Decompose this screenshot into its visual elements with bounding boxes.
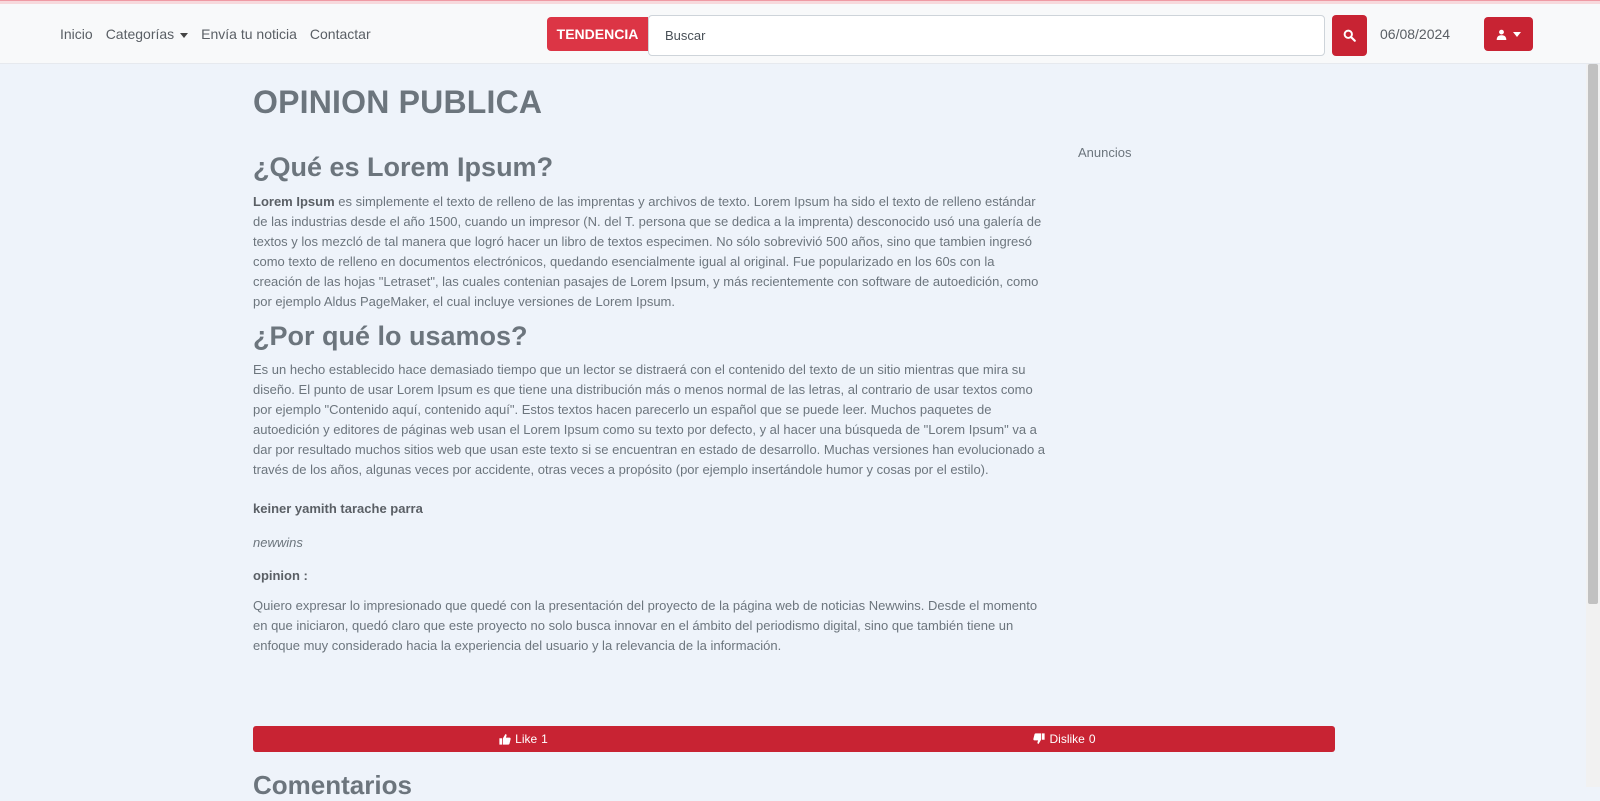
paragraph-line: dar por resultado muchos sitios web que …: [253, 442, 1046, 457]
user-icon: [1496, 29, 1507, 40]
paragraph-line: Quiero expresar lo impresionado que qued…: [253, 598, 1038, 613]
like-label: Like: [515, 732, 538, 746]
nav-link-categorias-label: Categorías: [105, 26, 175, 42]
opinion-paragraph: Quiero expresar lo impresionado que qued…: [253, 596, 1061, 656]
user-menu-button[interactable]: [1484, 17, 1533, 51]
paragraph-line: textos y los mezcló de tal manera que lo…: [253, 234, 1032, 249]
section-paragraph: Es un hecho establecido hace demasiado t…: [253, 360, 1061, 480]
paragraph-line: Lorem Ipsum es simplemente el texto de r…: [253, 192, 1061, 212]
paragraph-line: en que iniciaron, quedó claro que este p…: [253, 618, 1014, 633]
current-date: 06/08/2024: [1380, 26, 1451, 42]
thumbs-down-icon: [1033, 733, 1046, 744]
dislike-count: 0: [1088, 732, 1096, 746]
ads-label: Anuncios: [1078, 145, 1132, 160]
paragraph-line-text: es simplemente el texto de relleno de la…: [334, 194, 1036, 209]
paragraph-line: como texto de relleno en documentos elec…: [253, 254, 995, 269]
navbar: Inicio Categorías Envía tu noticia Conta…: [0, 4, 1600, 64]
paragraph-line: través de los años, algunas veces por ac…: [253, 462, 989, 477]
search-icon: [1343, 29, 1356, 42]
section-heading: ¿Por qué lo usamos?: [253, 321, 528, 351]
dislike-button[interactable]: Dislike 0: [794, 726, 1335, 752]
author-name: keiner yamith tarache parra: [253, 501, 423, 516]
section-heading: ¿Qué es Lorem Ipsum?: [253, 152, 554, 182]
thumbs-up-icon: [499, 734, 511, 745]
like-count: 1: [541, 732, 548, 746]
nav-links: Inicio Categorías Envía tu noticia Conta…: [60, 4, 371, 64]
lead-bold-text: Lorem Ipsum: [253, 194, 335, 209]
search-button[interactable]: [1332, 15, 1367, 56]
section-paragraph: Lorem Ipsum es simplemente el texto de r…: [253, 192, 1061, 312]
paragraph-line: diseño. El punto de usar Lorem Ipsum es …: [253, 382, 1033, 397]
chevron-down-icon: [1513, 31, 1521, 37]
nav-link-contactar[interactable]: Contactar: [310, 26, 371, 42]
ads-sidebar: Anuncios: [1078, 145, 1131, 160]
source-name: newwins: [253, 535, 303, 550]
trending-badge[interactable]: TENDENCIA: [547, 17, 648, 51]
nav-link-inicio[interactable]: Inicio: [60, 26, 93, 42]
paragraph-line: por ejemplo Aldus PageMaker, el cual inc…: [253, 294, 675, 309]
page-title: OPINION PUBLICA: [253, 84, 543, 120]
nav-link-envia-noticia[interactable]: Envía tu noticia: [201, 26, 297, 42]
like-button[interactable]: Like 1: [253, 726, 794, 752]
reaction-bar: Like 1 Dislike 0: [253, 726, 1335, 752]
opinion-label: opinion :: [253, 568, 308, 583]
comments-heading: Comentarios: [253, 770, 412, 800]
chevron-down-icon: [180, 32, 189, 38]
scrollbar-thumb[interactable]: [1588, 64, 1598, 604]
paragraph-line: por ejemplo "Contenido aquí, contenido a…: [253, 402, 992, 417]
paragraph-line: Es un hecho establecido hace demasiado t…: [253, 362, 1026, 377]
dislike-label: Dislike: [1049, 732, 1085, 746]
paragraph-line: creación de las hojas "Letraset", las cu…: [253, 274, 1039, 289]
paragraph-line: de las industrias desde el año 1500, cua…: [253, 214, 1042, 229]
nav-link-categorias[interactable]: Categorías: [105, 26, 189, 42]
paragraph-line: autoedición y editores de páginas web us…: [253, 422, 1037, 437]
paragraph-line: enfoque muy considerado hacia la experie…: [253, 638, 782, 653]
search-input[interactable]: [648, 15, 1325, 56]
